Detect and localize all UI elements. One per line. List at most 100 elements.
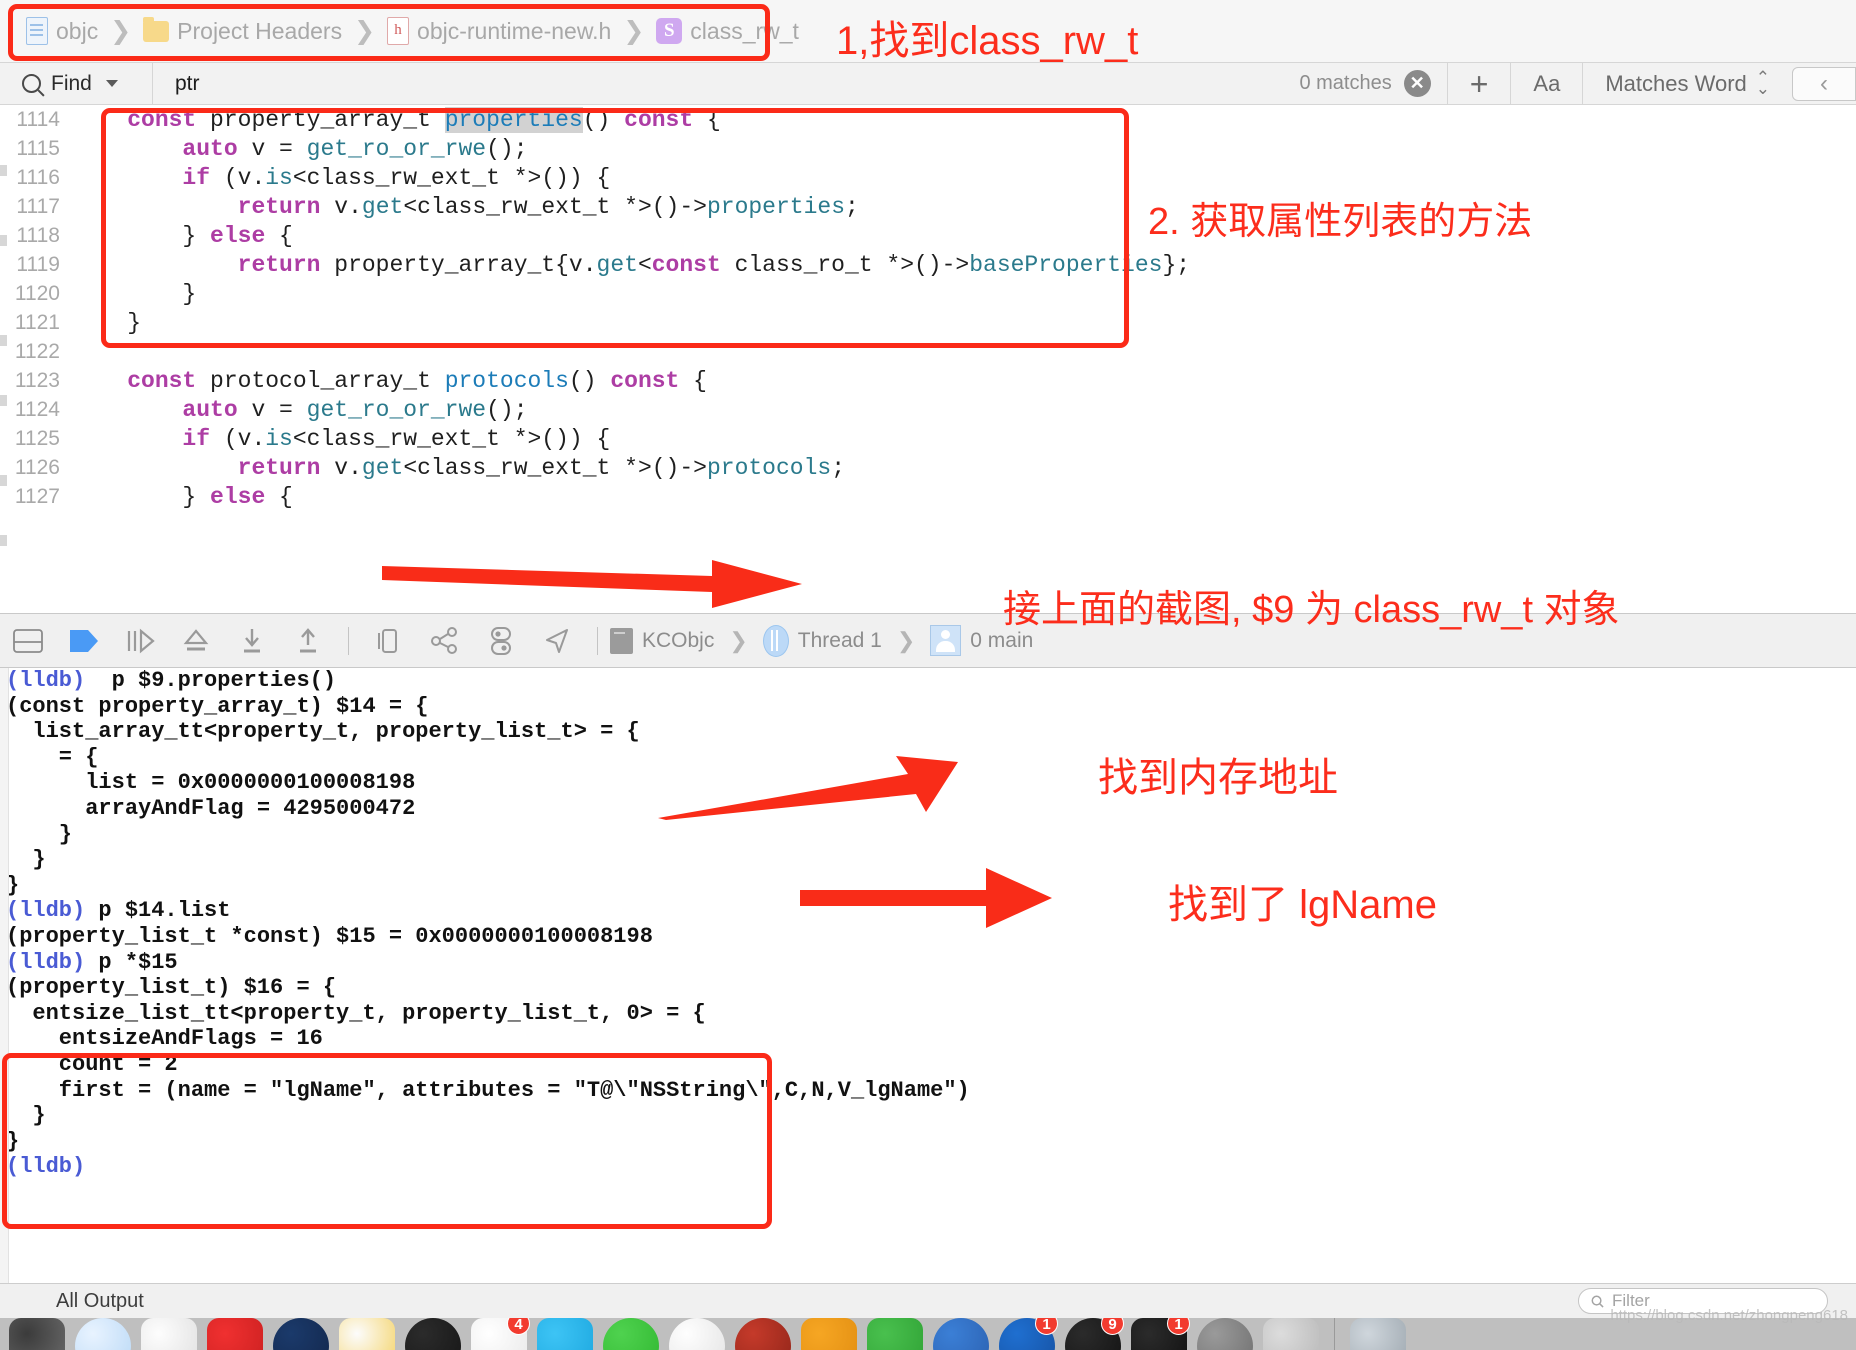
console-line: (property_list_t *const) $15 = 0x0000000…: [0, 924, 1856, 950]
folder-icon: [143, 16, 170, 42]
line-number: 1118: [16, 223, 60, 247]
code-line: 1115 auto v = get_ro_or_rwe();: [0, 134, 1856, 163]
stepper-icon: ⌃ ⌄: [1755, 67, 1770, 98]
dock-item-screenshot[interactable]: [1263, 1318, 1319, 1350]
step-out-down-button[interactable]: [224, 613, 280, 668]
debug-separator-1: ❯: [729, 627, 748, 653]
frame-label: 0 main: [970, 628, 1034, 652]
hide-debug-area-button[interactable]: [0, 613, 56, 668]
console-text: count = 2: [6, 1051, 178, 1077]
console-line: first = (name = "lgName", attributes = "…: [0, 1078, 1856, 1104]
breadcrumb-item-symbol[interactable]: S class_rw_t: [656, 18, 799, 45]
dock-item-system-preferences[interactable]: [1197, 1318, 1253, 1350]
code-line: 1114 const property_array_t properties()…: [0, 105, 1856, 134]
console-output: (lldb) p $9.properties() (const property_…: [0, 668, 1856, 1180]
code-text: if (v.is<class_rw_ext_t *>()) {: [182, 164, 611, 191]
console-line: (property_list_t) $16 = {: [0, 975, 1856, 1001]
lldb-prompt: (lldb): [6, 949, 86, 975]
line-number: 1119: [16, 252, 60, 276]
breadcrumb-label-file: objc-runtime-new.h: [417, 17, 612, 44]
find-previous-button[interactable]: ‹: [1792, 66, 1856, 101]
dock-item-pages[interactable]: [801, 1318, 857, 1350]
dock-item-qq[interactable]: 9: [1065, 1318, 1124, 1350]
dock-item-reminders[interactable]: 4: [471, 1318, 530, 1350]
dock-item-xcode[interactable]: 1: [999, 1318, 1058, 1350]
search-icon: [22, 74, 41, 93]
match-count-label: 0 matches: [1299, 72, 1392, 94]
thread-label: Thread 1: [797, 628, 882, 652]
view-hierarchy-button[interactable]: [361, 613, 417, 668]
code-text: if (v.is<class_rw_ext_t *>()) {: [182, 425, 611, 452]
debug-console[interactable]: (lldb) p $9.properties() (const property_…: [0, 668, 1856, 1283]
dock-item-podcasts[interactable]: [207, 1318, 263, 1350]
code-line: 1118 } else {: [0, 221, 1856, 250]
code-line: 1126 return v.get<class_rw_ext_t *>()->p…: [0, 453, 1856, 482]
dock-item-wechat-devtools[interactable]: 1: [1131, 1318, 1190, 1350]
search-input[interactable]: [153, 62, 1300, 105]
dock-item-wechat[interactable]: [603, 1318, 659, 1350]
dock-item-dictionary[interactable]: [735, 1318, 791, 1350]
match-case-label: Aa: [1533, 70, 1561, 96]
console-line: }: [0, 822, 1856, 848]
add-search-token-button[interactable]: +: [1448, 63, 1511, 105]
dock-item-xcode-beta[interactable]: [933, 1318, 989, 1350]
code-lines: 1114 const property_array_t properties()…: [0, 105, 1856, 511]
console-text: arrayAndFlag = 4295000472: [6, 795, 416, 821]
console-footer: All Output Filter: [0, 1283, 1856, 1318]
lldb-prompt: (lldb): [6, 1154, 86, 1180]
code-line: 1117 return v.get<class_rw_ext_t *>()->p…: [0, 192, 1856, 221]
file-icon: [26, 17, 48, 45]
match-case-button[interactable]: Aa: [1511, 63, 1582, 105]
dock-item-trash[interactable]: [1350, 1318, 1406, 1350]
code-text: }: [72, 280, 197, 307]
dock-item-alfred[interactable]: [405, 1318, 461, 1350]
console-line: }: [0, 1103, 1856, 1129]
macos-dock[interactable]: 4 1 9 1: [0, 1318, 1856, 1350]
code-line: 1119 return property_array_t{v.get<const…: [0, 250, 1856, 279]
step-out-button[interactable]: [280, 613, 336, 668]
output-scope-label[interactable]: All Output: [0, 1290, 144, 1313]
dock-item-sourcetree[interactable]: [273, 1318, 329, 1350]
find-mode-selector[interactable]: Find: [0, 72, 152, 96]
console-text: (property_list_t *const) $15 = 0x0000000…: [6, 923, 653, 949]
code-text: auto v = get_ro_or_rwe();: [182, 396, 528, 423]
dock-item-chrome[interactable]: [669, 1318, 725, 1350]
breadcrumb-item-group[interactable]: Project Headers: [143, 16, 342, 45]
match-style-dropdown[interactable]: Matches Word ⌃ ⌄: [1583, 63, 1792, 105]
breadcrumb[interactable]: objc ❯ Project Headers ❯ h objc-runtime-…: [0, 16, 799, 46]
debug-breadcrumb[interactable]: KCObjc ❯ Thread 1 ❯ 0 main: [610, 624, 1034, 657]
console-text: list_array_tt<property_t, property_list_…: [6, 719, 640, 745]
debug-divider-1: [348, 626, 349, 655]
dock-item-charles[interactable]: [537, 1318, 593, 1350]
breadcrumb-item-file[interactable]: h objc-runtime-new.h: [387, 17, 611, 45]
code-line: 1121 }: [0, 308, 1856, 337]
breadcrumb-item-project[interactable]: objc: [26, 17, 98, 45]
dock-item-itunes[interactable]: [141, 1318, 197, 1350]
console-line: entsizeAndFlags = 16: [0, 1026, 1856, 1052]
memory-graph-button[interactable]: [417, 613, 473, 668]
thread-icon: [762, 624, 789, 657]
step-into-button[interactable]: [168, 613, 224, 668]
dock-item-numbers[interactable]: [867, 1318, 923, 1350]
source-editor[interactable]: 1114 const property_array_t properties()…: [0, 105, 1856, 613]
environment-overrides-button[interactable]: [473, 613, 529, 668]
console-line: list = 0x0000000100008198: [0, 770, 1856, 796]
breadcrumb-separator-1: ❯: [110, 17, 132, 45]
stack-frame-icon: [930, 625, 962, 656]
line-number: 1117: [16, 194, 60, 218]
line-number: 1114: [16, 107, 60, 131]
lldb-prompt: (lldb): [6, 668, 86, 693]
console-text: p $9.properties(): [85, 668, 337, 693]
code-line: 1116 if (v.is<class_rw_ext_t *>()) {: [0, 163, 1856, 192]
console-text: }: [6, 821, 73, 847]
step-over-button[interactable]: [112, 613, 168, 668]
dock-item-notes[interactable]: [339, 1318, 395, 1350]
clear-search-button[interactable]: ✕: [1403, 70, 1431, 97]
dock-badge: 4: [507, 1318, 530, 1335]
continue-button[interactable]: [56, 613, 112, 668]
match-style-label: Matches Word: [1605, 70, 1747, 96]
dock-item-safari[interactable]: [75, 1318, 131, 1350]
simulate-location-button[interactable]: [529, 613, 585, 668]
line-number: 1121: [14, 310, 60, 334]
dock-item-finder[interactable]: [9, 1318, 65, 1350]
